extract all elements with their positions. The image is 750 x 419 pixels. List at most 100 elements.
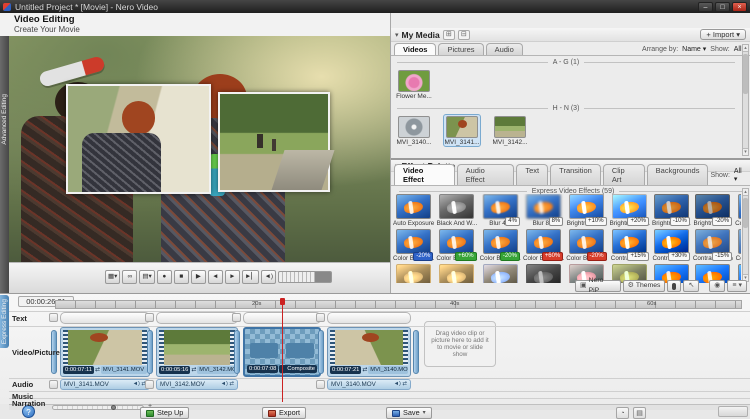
jog-shuttle-slider[interactable]	[278, 271, 333, 283]
media-item[interactable]: Flower Me...	[395, 68, 433, 101]
grid-view-icon[interactable]: ⊞	[442, 29, 455, 40]
effect-item[interactable]: -15%Contrast -15%	[693, 229, 733, 262]
close-button[interactable]: ×	[732, 1, 747, 12]
show-dropdown[interactable]: All ▾	[734, 168, 747, 183]
effect-item[interactable]	[480, 264, 521, 283]
express-editing-tab[interactable]: Express Editing	[0, 295, 9, 348]
scrollbar-thumb[interactable]	[743, 198, 748, 228]
audio-clip[interactable]: MVI_3141.MOV ◄) ⇄	[60, 379, 150, 390]
scroll-down-icon[interactable]: ▾	[743, 148, 748, 155]
pip-overlay-2[interactable]	[218, 92, 330, 192]
effect-item[interactable]: -10%Brightness -...	[652, 194, 691, 227]
track-options-button[interactable]: ≡ ▾	[727, 280, 747, 292]
zoom-slider-handle[interactable]	[111, 405, 116, 410]
effect-item[interactable]: 8% Blur 8%	[523, 194, 564, 227]
effect-item[interactable]: Auto Exposure	[393, 194, 434, 227]
effect-item[interactable]: +60%Color Balanc...	[436, 229, 478, 262]
import-button[interactable]: + Import ▾	[700, 29, 746, 40]
next-frame-button[interactable]: ►	[224, 270, 240, 284]
timeline-clip[interactable]: 0:00:07:11 ⇄ MVI_3141.MOV	[60, 327, 150, 377]
pointer-button[interactable]: ↖	[683, 280, 700, 292]
timeline-ruler[interactable]	[55, 300, 742, 309]
record-status-button[interactable]: ◉	[709, 280, 726, 292]
audio-mute-slot[interactable]	[49, 380, 58, 389]
audio-mute-slot[interactable]	[316, 380, 325, 389]
list-view-icon[interactable]: ⊟	[457, 29, 470, 40]
audio-clip[interactable]: MVI_3140.MOV ◄) ⇄	[327, 379, 411, 390]
effect-item[interactable]: -20%Color Balanc...	[393, 229, 434, 262]
tab-video-effect[interactable]: Video Effect	[394, 164, 455, 185]
compare-view-button[interactable]: ▤▾	[139, 270, 155, 284]
tab-audio[interactable]: Audio	[485, 43, 523, 55]
trim-handle[interactable]	[147, 330, 153, 374]
link-button[interactable]: ∞	[122, 270, 138, 284]
effect-item[interactable]: +20%Brightness +...	[610, 194, 650, 227]
pip-overlay-1[interactable]	[66, 84, 211, 194]
effect-item[interactable]: +15%Contrast +1...	[610, 229, 650, 262]
transition-slot[interactable]	[145, 313, 154, 322]
tab-transition[interactable]: Transition	[550, 164, 601, 185]
tab-videos[interactable]: Videos	[394, 43, 437, 55]
timeline-zoom-slider[interactable]	[52, 405, 144, 410]
effect-item[interactable]	[436, 264, 477, 283]
transition-slot[interactable]	[232, 313, 241, 322]
effect-item[interactable]: 4% Blur 4%	[480, 194, 521, 227]
timeline-clip[interactable]: 0:00:07:21 ⇄ MVI_3140.MOV	[327, 327, 411, 377]
tab-clip-art[interactable]: Clip Art	[602, 164, 645, 185]
previous-frame-button[interactable]: ◄	[207, 270, 223, 284]
text-track-slot[interactable]	[156, 312, 238, 324]
text-track-slot[interactable]	[60, 312, 150, 324]
tab-backgrounds[interactable]: Backgrounds	[646, 164, 709, 185]
play-button[interactable]: ▶	[190, 270, 206, 284]
audio-mute-slot[interactable]	[145, 380, 154, 389]
media-item[interactable]: MVI_3140...	[395, 114, 433, 147]
media-item[interactable]: MVI_3142...	[491, 114, 529, 147]
maximize-button[interactable]: □	[715, 1, 730, 12]
effect-item[interactable]: +40%Color Balanc...	[735, 194, 741, 227]
effect-item[interactable]	[393, 264, 434, 283]
volume-button[interactable]: ◄)	[261, 270, 277, 284]
timeline-clip[interactable]: 0:00:05:16⇄MVI_3142.MOV	[156, 327, 238, 377]
trim-handle[interactable]	[318, 330, 324, 374]
clock-status-button[interactable]: ◔	[616, 407, 629, 419]
collapse-icon[interactable]: ▾	[395, 31, 399, 39]
save-button[interactable]: Save ▾	[386, 407, 432, 419]
media-item[interactable]: MVI_3141...	[443, 114, 481, 147]
trim-handle[interactable]	[234, 330, 240, 374]
tab-audio-effect[interactable]: Audio Effect	[456, 164, 515, 185]
tab-text[interactable]: Text	[516, 164, 549, 185]
minimize-button[interactable]: –	[698, 1, 713, 12]
scroll-up-icon[interactable]: ▴	[743, 189, 748, 196]
scroll-up-icon[interactable]: ▴	[743, 45, 748, 52]
playhead[interactable]	[280, 298, 285, 402]
transition-slot[interactable]	[316, 313, 325, 322]
effect-item[interactable]: Black And W...	[436, 194, 477, 227]
microphone-button[interactable]	[667, 280, 682, 292]
effect-item[interactable]: -30%Contrast -30%	[735, 229, 741, 262]
effects-scrollbar[interactable]: ▴ ▾	[742, 188, 749, 282]
effect-item[interactable]: +60%Color Balanc...	[523, 229, 564, 262]
tab-pictures[interactable]: Pictures	[438, 43, 484, 55]
media-scrollbar[interactable]: ▴ ▾	[742, 44, 749, 156]
nero-pip-button[interactable]: ▣ Nero PiP	[575, 277, 621, 294]
text-track-slot[interactable]	[327, 312, 411, 324]
effect-item[interactable]: +30%Contrast +3...	[652, 229, 691, 262]
stop-button[interactable]: ■	[173, 270, 189, 284]
arrange-by-dropdown[interactable]: Name ▾	[682, 45, 706, 53]
record-button[interactable]: ●	[156, 270, 172, 284]
transition-slot[interactable]	[49, 313, 58, 322]
trim-handle[interactable]	[413, 330, 419, 374]
display-mode-button[interactable]: ▦▾	[105, 270, 121, 284]
playhead-handle[interactable]	[280, 298, 285, 305]
effect-item[interactable]: +10%Brightness +...	[566, 194, 607, 227]
advanced-editing-rail[interactable]: Advanced Editing	[0, 36, 9, 293]
jump-end-button[interactable]: ►▏	[241, 270, 260, 284]
effect-item[interactable]: -20%Color Balanc...	[480, 229, 521, 262]
queue-status-button[interactable]: ▤	[633, 407, 646, 419]
effect-item[interactable]	[523, 264, 564, 283]
step-up-button[interactable]: Step Up	[140, 407, 190, 419]
audio-clip[interactable]: MVI_3142.MOV ◄) ⇄	[156, 379, 238, 390]
export-button[interactable]: Export	[262, 407, 307, 419]
effect-item[interactable]: -20%Brightness -...	[693, 194, 733, 227]
chevron-down-icon[interactable]: ▾	[423, 408, 426, 418]
